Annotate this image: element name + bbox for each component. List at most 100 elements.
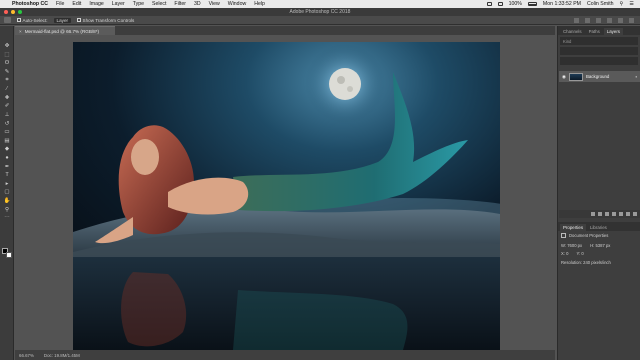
lock-icon: ▪	[635, 74, 637, 79]
menu-type[interactable]: Type	[133, 1, 144, 7]
wifi-icon[interactable]	[497, 2, 503, 6]
workspace-icon[interactable]	[618, 17, 623, 23]
layer-thumbnail	[568, 72, 583, 81]
search-icon[interactable]: ⚲	[620, 1, 624, 7]
properties-panel-tabs: Properties Libraries	[558, 222, 640, 231]
menu-3d[interactable]: 3D	[194, 1, 201, 7]
window-title-bar: Adobe Photoshop CC 2018	[0, 8, 640, 16]
tab-paths[interactable]: Paths	[586, 28, 603, 35]
battery-icon[interactable]	[527, 2, 537, 6]
menu-edit[interactable]: Edit	[72, 1, 81, 7]
lasso-tool-icon[interactable]: ʘ	[0, 59, 14, 68]
tab-libraries[interactable]: Libraries	[587, 224, 610, 231]
add-mask-icon[interactable]	[605, 212, 609, 216]
type-tool-icon[interactable]: T	[0, 171, 14, 180]
eraser-tool-icon[interactable]: ▭	[0, 128, 14, 137]
width-value[interactable]: W: 7600 px	[561, 243, 582, 248]
auto-select-checkbox[interactable]: Auto-Select:	[17, 18, 48, 23]
tab-properties[interactable]: Properties	[560, 224, 587, 231]
brush-tool-icon[interactable]: ✐	[0, 102, 14, 111]
zoom-tool-icon[interactable]: ⚲	[0, 205, 14, 214]
background-color-swatch[interactable]	[6, 252, 12, 258]
share-icon[interactable]	[629, 17, 634, 23]
options-bar: Auto-Select: Layer Show Transform Contro…	[0, 16, 640, 25]
x-value[interactable]: X: 0	[561, 251, 568, 256]
document-icon	[561, 233, 566, 238]
crop-tool-icon[interactable]: ⌗	[0, 76, 14, 85]
layer-style-icon[interactable]	[598, 212, 602, 216]
hand-tool-icon[interactable]: ✋	[0, 197, 14, 206]
maximize-window-button[interactable]	[18, 10, 22, 14]
height-value[interactable]: H: 5387 px	[590, 243, 610, 248]
doc-info[interactable]: Doc: 19.8M/1.45M	[44, 353, 80, 358]
show-transform-checkbox[interactable]: Show Transform Controls	[77, 18, 134, 23]
zoom-level[interactable]: 66.67%	[19, 353, 34, 358]
path-select-tool-icon[interactable]: ▸	[0, 180, 14, 189]
menu-filter[interactable]: Filter	[174, 1, 186, 7]
menu-image[interactable]: Image	[89, 1, 103, 7]
menu-select[interactable]: Select	[152, 1, 166, 7]
tab-channels[interactable]: Channels	[560, 28, 585, 35]
link-layers-icon[interactable]	[591, 212, 595, 216]
pen-tool-icon[interactable]: ✒	[0, 162, 14, 171]
lock-bar[interactable]	[560, 57, 638, 65]
layer-row-background[interactable]: ◉ Background ▪	[559, 71, 640, 82]
color-swatches[interactable]	[2, 248, 12, 258]
y-value[interactable]: Y: 0	[576, 251, 583, 256]
menu-app-name[interactable]: Photoshop CC	[12, 1, 48, 7]
menu-file[interactable]: File	[56, 1, 64, 7]
display-icon[interactable]	[486, 2, 492, 6]
menubar-clock[interactable]: Mon 1:33:52 PM	[543, 1, 581, 7]
healing-brush-tool-icon[interactable]: ✚	[0, 94, 14, 103]
menu-view[interactable]: View	[209, 1, 220, 7]
quick-select-tool-icon[interactable]: ✎	[0, 68, 14, 77]
blend-mode-bar[interactable]	[560, 47, 638, 55]
new-group-icon[interactable]	[619, 212, 623, 216]
close-window-button[interactable]	[4, 10, 8, 14]
shape-tool-icon[interactable]: ▢	[0, 188, 14, 197]
align-left-icon[interactable]	[574, 17, 579, 23]
battery-percent: 100%	[508, 1, 522, 7]
menu-window[interactable]: Window	[228, 1, 246, 7]
tab-strip	[115, 26, 555, 35]
auto-select-label: Auto-Select:	[22, 17, 48, 23]
menubar-user[interactable]: Colin Smith	[587, 1, 614, 7]
size-row: W: 7600 px H: 5387 px	[561, 243, 638, 248]
visibility-eye-icon[interactable]: ◉	[562, 74, 566, 80]
align-right-icon[interactable]	[596, 17, 601, 23]
tab-layers[interactable]: Layers	[603, 28, 623, 35]
more-tools-icon[interactable]: ⋯	[0, 214, 14, 223]
move-tool-preset-icon[interactable]	[4, 17, 11, 23]
menu-list-icon[interactable]: ☰	[629, 1, 634, 7]
document-tab[interactable]: × Mermaid-flat.psd @ 66.7% (RGB/8*)	[15, 26, 115, 35]
menu-bar: Photoshop CC File Edit Image Layer Type …	[0, 0, 640, 8]
delete-layer-icon[interactable]	[633, 212, 637, 216]
clone-stamp-tool-icon[interactable]: ⊥	[0, 111, 14, 120]
resolution-value: Resolution: 240 pixels/inch	[561, 260, 611, 265]
search-icon[interactable]	[607, 17, 612, 23]
layer-name[interactable]: Background	[586, 74, 609, 79]
marquee-tool-icon[interactable]: ⬚	[0, 51, 14, 60]
menu-layer[interactable]: Layer	[112, 1, 125, 7]
eyedropper-tool-icon[interactable]: ⁄	[0, 85, 14, 94]
minimize-window-button[interactable]	[11, 10, 15, 14]
right-panel-dock: Channels Paths Layers Kind ◉ Background …	[557, 26, 640, 360]
adjustment-layer-icon[interactable]	[612, 212, 616, 216]
align-center-icon[interactable]	[585, 17, 590, 23]
history-brush-tool-icon[interactable]: ↺	[0, 119, 14, 128]
filter-kind-label[interactable]: Kind	[563, 39, 571, 44]
blur-tool-icon[interactable]: ◆	[0, 145, 14, 154]
document-canvas-image[interactable]	[73, 42, 500, 350]
layers-panel-tabs: Channels Paths Layers	[558, 26, 640, 35]
auto-select-dropdown[interactable]: Layer	[53, 17, 72, 23]
close-tab-icon[interactable]: ×	[19, 29, 22, 34]
tools-panel: ✥ ⬚ ʘ ✎ ⌗ ⁄ ✚ ✐ ⊥ ↺ ▭ ▤ ◆ ● ✒ T ▸ ▢ ✋ ⚲ …	[0, 26, 14, 360]
new-layer-icon[interactable]	[626, 212, 630, 216]
layers-footer	[559, 210, 640, 218]
gradient-tool-icon[interactable]: ▤	[0, 137, 14, 146]
dodge-tool-icon[interactable]: ●	[0, 154, 14, 163]
menu-help[interactable]: Help	[254, 1, 265, 7]
layer-filter-bar[interactable]: Kind	[560, 37, 638, 45]
status-bar: 66.67% Doc: 19.8M/1.45M	[15, 350, 555, 360]
move-tool-icon[interactable]: ✥	[0, 42, 14, 51]
